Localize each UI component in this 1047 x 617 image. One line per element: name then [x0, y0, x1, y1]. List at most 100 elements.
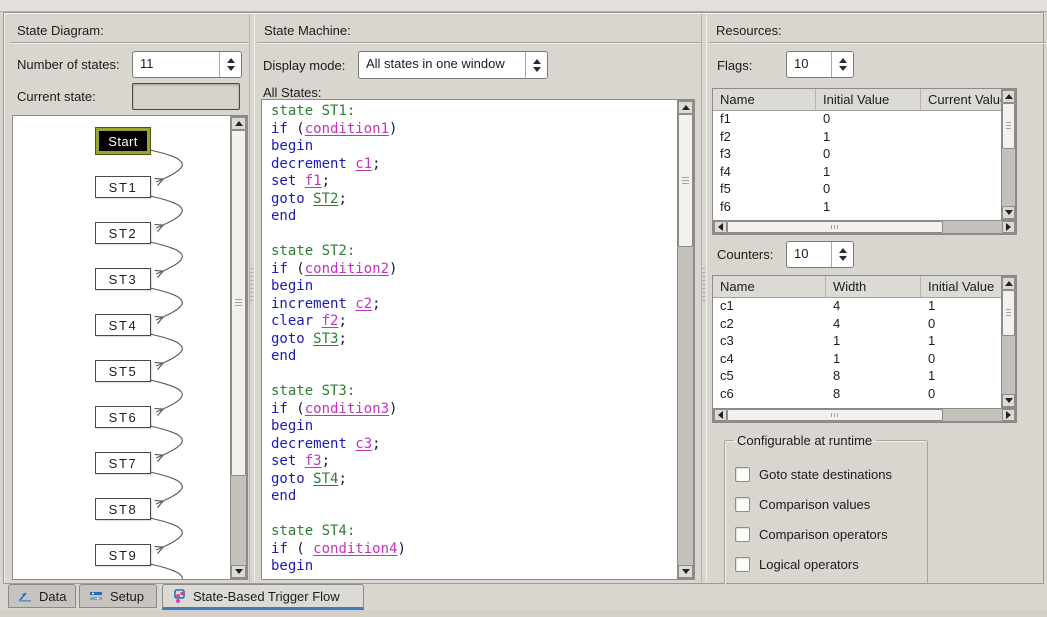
table-row[interactable]: c581: [713, 367, 1001, 385]
table-body: c141c240c311c410c581c680: [713, 297, 1001, 408]
number-of-states-spinner[interactable]: 11: [132, 51, 242, 78]
code-line: decrement c1;: [271, 156, 677, 174]
code-line: end: [271, 488, 677, 506]
diagram-node-start[interactable]: Start: [96, 128, 150, 154]
table-row[interactable]: c311: [713, 332, 1001, 350]
scroll-right-button[interactable]: [1002, 221, 1015, 233]
right-splitter[interactable]: [701, 14, 707, 582]
table-row[interactable]: c680: [713, 385, 1001, 403]
column-header[interactable]: Initial Value: [921, 276, 1001, 297]
counters-count-spinner[interactable]: 10: [786, 241, 854, 268]
table-row[interactable]: f30: [713, 145, 1001, 163]
state-diagram-content: Start ST1 ST2 ST3 ST4 ST5 ST6 ST7 ST8 ST9: [13, 116, 231, 579]
checkbox-unchecked[interactable]: [735, 557, 750, 572]
table-cell: c6: [713, 386, 826, 401]
diagram-node-st3[interactable]: ST3: [95, 268, 151, 290]
spinner-arrows-icon[interactable]: [831, 52, 853, 77]
code-vertical-scrollbar[interactable]: [677, 100, 694, 579]
code-line: state ST1:: [271, 103, 677, 121]
scroll-down-button[interactable]: [1002, 206, 1015, 219]
diagram-node-st5[interactable]: ST5: [95, 360, 151, 382]
code-line: if ( condition4): [271, 541, 677, 559]
table-row[interactable]: f41: [713, 163, 1001, 181]
checkbox-unchecked[interactable]: [735, 497, 750, 512]
checkbox-label: Comparison operators: [759, 527, 888, 542]
tab-label: State-Based Trigger Flow: [193, 589, 340, 604]
scroll-down-button[interactable]: [678, 565, 693, 578]
scrollbar-thumb[interactable]: [678, 114, 693, 247]
flags-table: NameInitial ValueCurrent Valuef10f21f30f…: [712, 88, 1017, 235]
table-body: f10f21f30f41f50f61: [713, 110, 1001, 220]
state-diagram-panel-title: State Diagram:: [10, 20, 253, 43]
table-row[interactable]: f50: [713, 180, 1001, 198]
column-header[interactable]: Name: [713, 276, 826, 297]
table-row[interactable]: f21: [713, 128, 1001, 146]
table-cell: 0: [921, 386, 1001, 401]
scroll-left-button[interactable]: [714, 221, 727, 233]
table-row[interactable]: f10: [713, 110, 1001, 128]
flags-label: Flags:: [717, 58, 752, 73]
scroll-down-button[interactable]: [1002, 394, 1015, 407]
transition-arc: [150, 518, 182, 550]
scroll-left-button[interactable]: [714, 409, 727, 421]
checkbox-label: Logical operators: [759, 557, 859, 572]
code-line: begin: [271, 278, 677, 296]
spinner-arrows-icon[interactable]: [831, 242, 853, 267]
scroll-up-button[interactable]: [1002, 277, 1015, 290]
scrollbar-thumb[interactable]: [727, 409, 943, 421]
left-splitter[interactable]: [249, 14, 255, 582]
flags-count-spinner[interactable]: 10: [786, 51, 854, 78]
table-row[interactable]: c410: [713, 350, 1001, 368]
tab-state-based-trigger-flow[interactable]: State-Based Trigger Flow: [162, 584, 364, 610]
table-cell: 1: [826, 333, 921, 348]
column-header[interactable]: Initial Value: [816, 89, 921, 110]
checkbox-unchecked[interactable]: [735, 527, 750, 542]
scroll-right-button[interactable]: [1002, 409, 1015, 421]
table-cell: 1: [816, 129, 921, 144]
scrollbar-thumb[interactable]: [1002, 103, 1015, 149]
code-line: set f3;: [271, 453, 677, 471]
runtime-option-row: Comparison operators: [735, 527, 919, 542]
table-row[interactable]: f61: [713, 198, 1001, 216]
combo-arrows-icon[interactable]: [525, 52, 547, 78]
runtime-option-row: Goto state destinations: [735, 467, 919, 482]
table-horizontal-scrollbar[interactable]: [713, 408, 1016, 422]
diagram-node-st4[interactable]: ST4: [95, 314, 151, 336]
table-vertical-scrollbar[interactable]: [1001, 89, 1016, 220]
diagram-node-st9[interactable]: ST9: [95, 544, 151, 566]
number-of-states-label: Number of states:: [17, 57, 120, 72]
spinner-arrows-icon[interactable]: [219, 52, 241, 77]
scroll-down-button[interactable]: [231, 565, 246, 578]
state-diagram-canvas[interactable]: Start ST1 ST2 ST3 ST4 ST5 ST6 ST7 ST8 ST9: [12, 115, 248, 580]
diagram-node-st7[interactable]: ST7: [95, 452, 151, 474]
scroll-up-button[interactable]: [231, 117, 246, 130]
table-cell: 0: [921, 351, 1001, 366]
diagram-node-st1[interactable]: ST1: [95, 176, 151, 198]
column-header[interactable]: Width: [826, 276, 921, 297]
column-header[interactable]: Name: [713, 89, 816, 110]
table-row[interactable]: c141: [713, 297, 1001, 315]
table-cell: f5: [713, 181, 816, 196]
counters-label: Counters:: [717, 247, 773, 262]
diagram-vertical-scrollbar[interactable]: [230, 116, 247, 579]
state-machine-code-editor[interactable]: state ST1:if (condition1)begindecrement …: [261, 99, 695, 580]
tab-data[interactable]: Data: [8, 584, 76, 608]
table-row[interactable]: c240: [713, 315, 1001, 333]
scroll-up-button[interactable]: [1002, 90, 1015, 103]
table-horizontal-scrollbar[interactable]: [713, 220, 1016, 234]
table-vertical-scrollbar[interactable]: [1001, 276, 1016, 408]
transition-arc: [150, 334, 182, 366]
scrollbar-thumb[interactable]: [1002, 290, 1015, 336]
table-cell: 1: [921, 368, 1001, 383]
scrollbar-thumb[interactable]: [727, 221, 943, 233]
scrollbar-thumb[interactable]: [231, 130, 246, 476]
tab-setup[interactable]: Setup: [79, 584, 157, 608]
diagram-node-st8[interactable]: ST8: [95, 498, 151, 520]
diagram-node-st6[interactable]: ST6: [95, 406, 151, 428]
scroll-up-button[interactable]: [678, 101, 693, 114]
display-mode-combo[interactable]: All states in one window: [358, 51, 548, 79]
column-header[interactable]: Current Value: [921, 89, 1001, 110]
checkbox-unchecked[interactable]: [735, 467, 750, 482]
table-cell: 0: [816, 146, 921, 161]
diagram-node-st2[interactable]: ST2: [95, 222, 151, 244]
